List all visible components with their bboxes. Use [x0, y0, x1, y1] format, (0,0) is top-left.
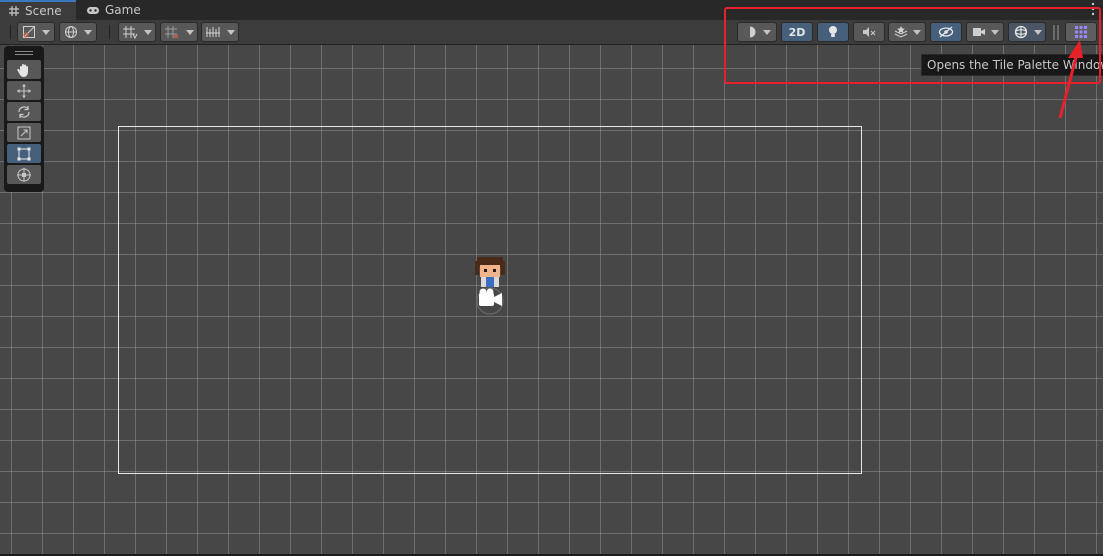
grid-visibility-icon: [165, 26, 179, 39]
chevron-down-icon: [186, 29, 194, 35]
move-tool-icon: [17, 83, 31, 98]
transform-tool-icon: [17, 167, 31, 182]
scale-tool[interactable]: [7, 123, 41, 142]
rotate-tool-icon: [18, 105, 30, 118]
grid-snap-dropdown[interactable]: [118, 22, 156, 42]
move-tool[interactable]: [7, 81, 41, 100]
draw-mode-dropdown[interactable]: [17, 22, 55, 42]
chevron-down-icon: [42, 29, 50, 35]
tab-game[interactable]: Game: [78, 0, 148, 20]
draw-mode-icon: [23, 26, 35, 38]
rotate-tool[interactable]: [7, 102, 41, 121]
tab-label: Game: [105, 3, 141, 17]
annotation-arrow-icon: [1058, 40, 1083, 119]
global-icon: [65, 26, 77, 38]
hash-grid-icon: [8, 5, 20, 17]
annotation-highlight-box: [724, 7, 1101, 84]
rect-tool[interactable]: [7, 144, 41, 163]
chevron-down-icon: [144, 29, 152, 35]
grid-visibility-dropdown[interactable]: [160, 22, 198, 42]
increment-snap-icon: [206, 27, 220, 37]
overlay-drag-handle[interactable]: [7, 48, 41, 58]
chevron-down-icon: [84, 29, 92, 35]
tool-overlay: [4, 46, 44, 192]
chevron-down-icon: [227, 29, 235, 35]
grid-snap-icon: [123, 26, 138, 39]
scene-viewport[interactable]: [0, 45, 1103, 554]
hand-tool-icon: [17, 63, 28, 77]
toolbar-separator: [10, 25, 11, 39]
rect-tool-icon: [17, 147, 31, 160]
gamepad-icon: [86, 4, 100, 16]
global-local-dropdown[interactable]: [59, 22, 97, 42]
increment-snap-dropdown[interactable]: [201, 22, 239, 42]
tab-label: Scene: [25, 4, 62, 18]
hand-tool[interactable]: [7, 60, 41, 79]
scale-tool-icon: [17, 126, 31, 139]
player-sprite[interactable]: [473, 255, 507, 315]
toolbar-separator: [109, 25, 110, 39]
transform-tool[interactable]: [7, 165, 41, 184]
tab-scene[interactable]: Scene: [0, 0, 76, 20]
